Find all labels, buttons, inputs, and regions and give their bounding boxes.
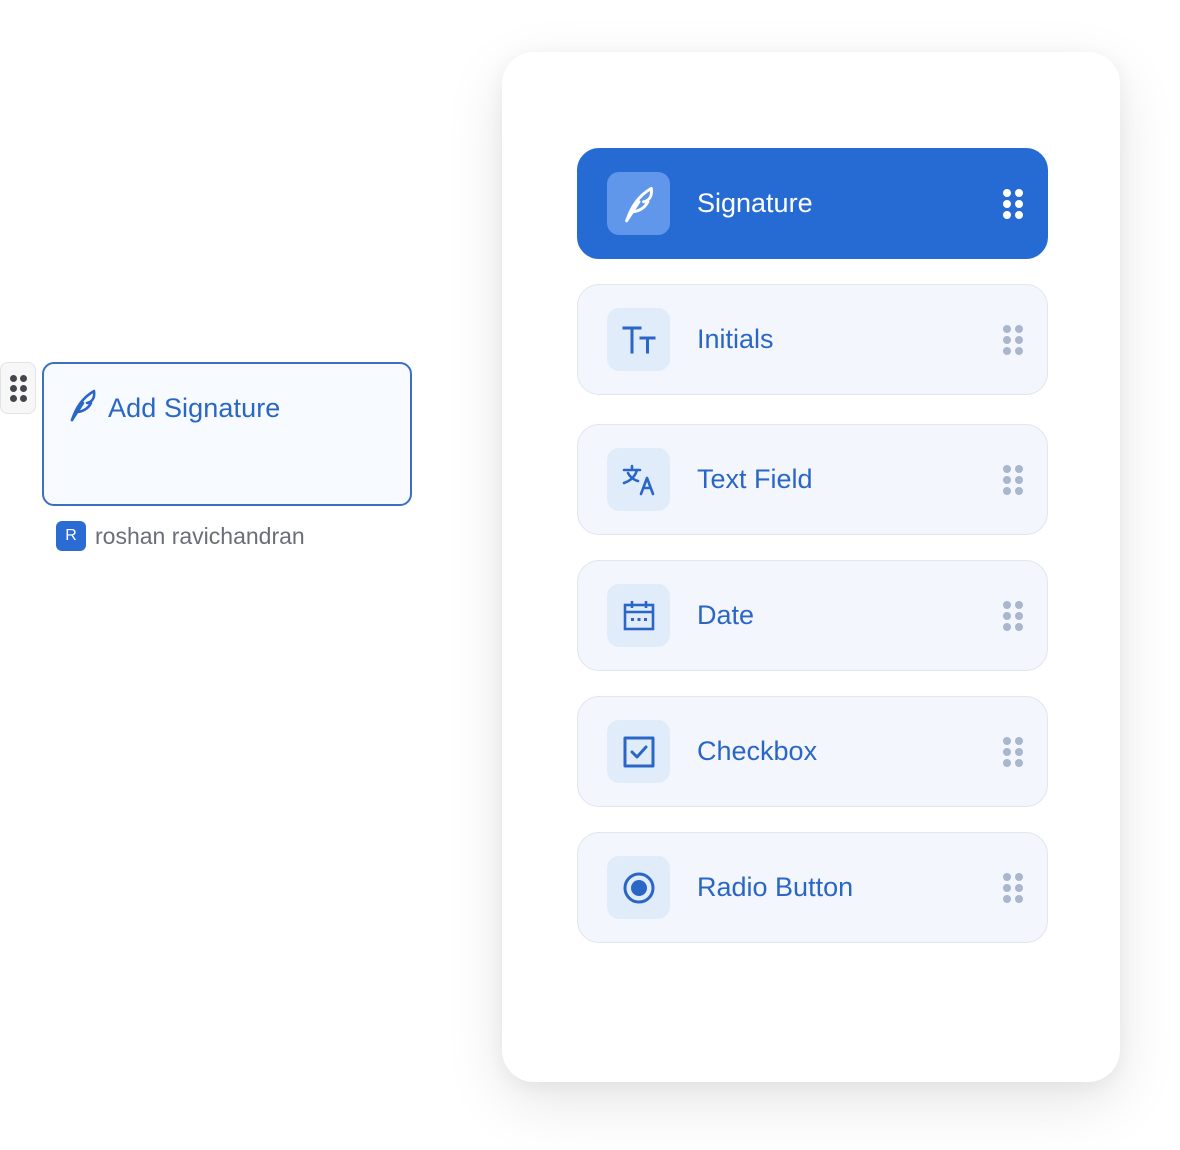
palette-item-label: Radio Button <box>697 872 854 902</box>
signature-field-text: Add Signature <box>108 393 281 423</box>
feather-icon <box>68 388 98 429</box>
palette-item-text-field[interactable]: Text Field <box>577 424 1048 535</box>
drag-handle-icon[interactable] <box>1003 872 1023 903</box>
palette-item-label: Checkbox <box>697 736 818 766</box>
feather-icon <box>607 172 670 235</box>
calendar-icon <box>607 584 670 647</box>
drag-handle-icon[interactable] <box>1003 188 1023 219</box>
palette-item-signature[interactable]: Signature <box>577 148 1048 259</box>
palette-item-date[interactable]: Date <box>577 560 1048 671</box>
field-drag-handle[interactable] <box>0 362 36 414</box>
signature-field[interactable]: Add Signature <box>42 362 412 506</box>
checkbox-icon <box>607 720 670 783</box>
field-owner: R roshan ravichandran <box>56 521 305 551</box>
grip-icon <box>9 374 27 402</box>
drag-handle-icon[interactable] <box>1003 464 1023 495</box>
radio-button-icon <box>607 856 670 919</box>
palette-item-checkbox[interactable]: Checkbox <box>577 696 1048 807</box>
drag-handle-icon[interactable] <box>1003 600 1023 631</box>
palette-item-label: Text Field <box>697 464 813 494</box>
palette-item-label: Date <box>697 600 755 630</box>
drag-handle-icon[interactable] <box>1003 324 1023 355</box>
translate-icon <box>607 448 670 511</box>
signature-field-label: Add Signature <box>68 388 280 429</box>
palette-item-radio-button[interactable]: Radio Button <box>577 832 1048 943</box>
drag-handle-icon[interactable] <box>1003 736 1023 767</box>
owner-avatar: R <box>56 521 86 551</box>
owner-name: roshan ravichandran <box>95 522 305 549</box>
field-palette-panel: Signature Initials Text Field Date Check… <box>502 52 1120 1082</box>
text-size-icon <box>607 308 670 371</box>
palette-item-label: Signature <box>697 188 813 218</box>
palette-item-label: Initials <box>697 324 774 354</box>
palette-item-initials[interactable]: Initials <box>577 284 1048 395</box>
